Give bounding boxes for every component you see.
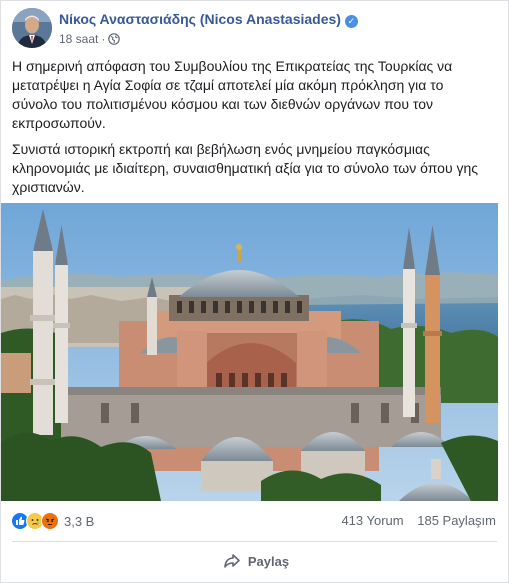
post-meta: 18 saat · <box>59 32 121 48</box>
globe-icon[interactable] <box>108 33 121 48</box>
author-avatar[interactable] <box>12 8 52 48</box>
post-text: Η σημερινή απόφαση του Συμβουλίου της Επ… <box>12 57 492 204</box>
meta-separator: · <box>101 32 106 46</box>
footer-divider <box>12 541 497 542</box>
engagement-counts: 413 Yorum 185 Paylaşım <box>341 513 496 528</box>
angry-reaction-icon <box>41 512 59 530</box>
facebook-post: Νίκος Αναστασιάδης (Nicos Anastasiades) ✓… <box>0 0 509 583</box>
share-button[interactable]: Paylaş <box>181 547 331 575</box>
post-paragraph-2: Συνιστά ιστορική εκτροπή και βεβήλωση εν… <box>12 141 479 195</box>
post-paragraph-1: Η σημερινή απόφαση του Συμβουλίου της Επ… <box>12 58 453 131</box>
reactions-summary[interactable]: 3,3 B <box>11 511 94 531</box>
share-arrow-icon <box>224 554 240 568</box>
verified-badge-icon: ✓ <box>344 15 358 28</box>
author-name-row: Νίκος Αναστασιάδης (Nicos Anastasiades) ✓ <box>59 11 358 28</box>
reaction-count: 3,3 B <box>64 513 95 529</box>
comment-count[interactable]: 413 Yorum <box>341 513 403 528</box>
share-count[interactable]: 185 Paylaşım <box>417 513 496 528</box>
post-photo-hagia-sophia[interactable] <box>1 203 498 501</box>
author-name[interactable]: Νίκος Αναστασιάδης (Nicos Anastasiades) <box>59 11 341 27</box>
share-label: Paylaş <box>247 553 290 569</box>
post-timestamp[interactable]: 18 saat <box>59 32 98 46</box>
